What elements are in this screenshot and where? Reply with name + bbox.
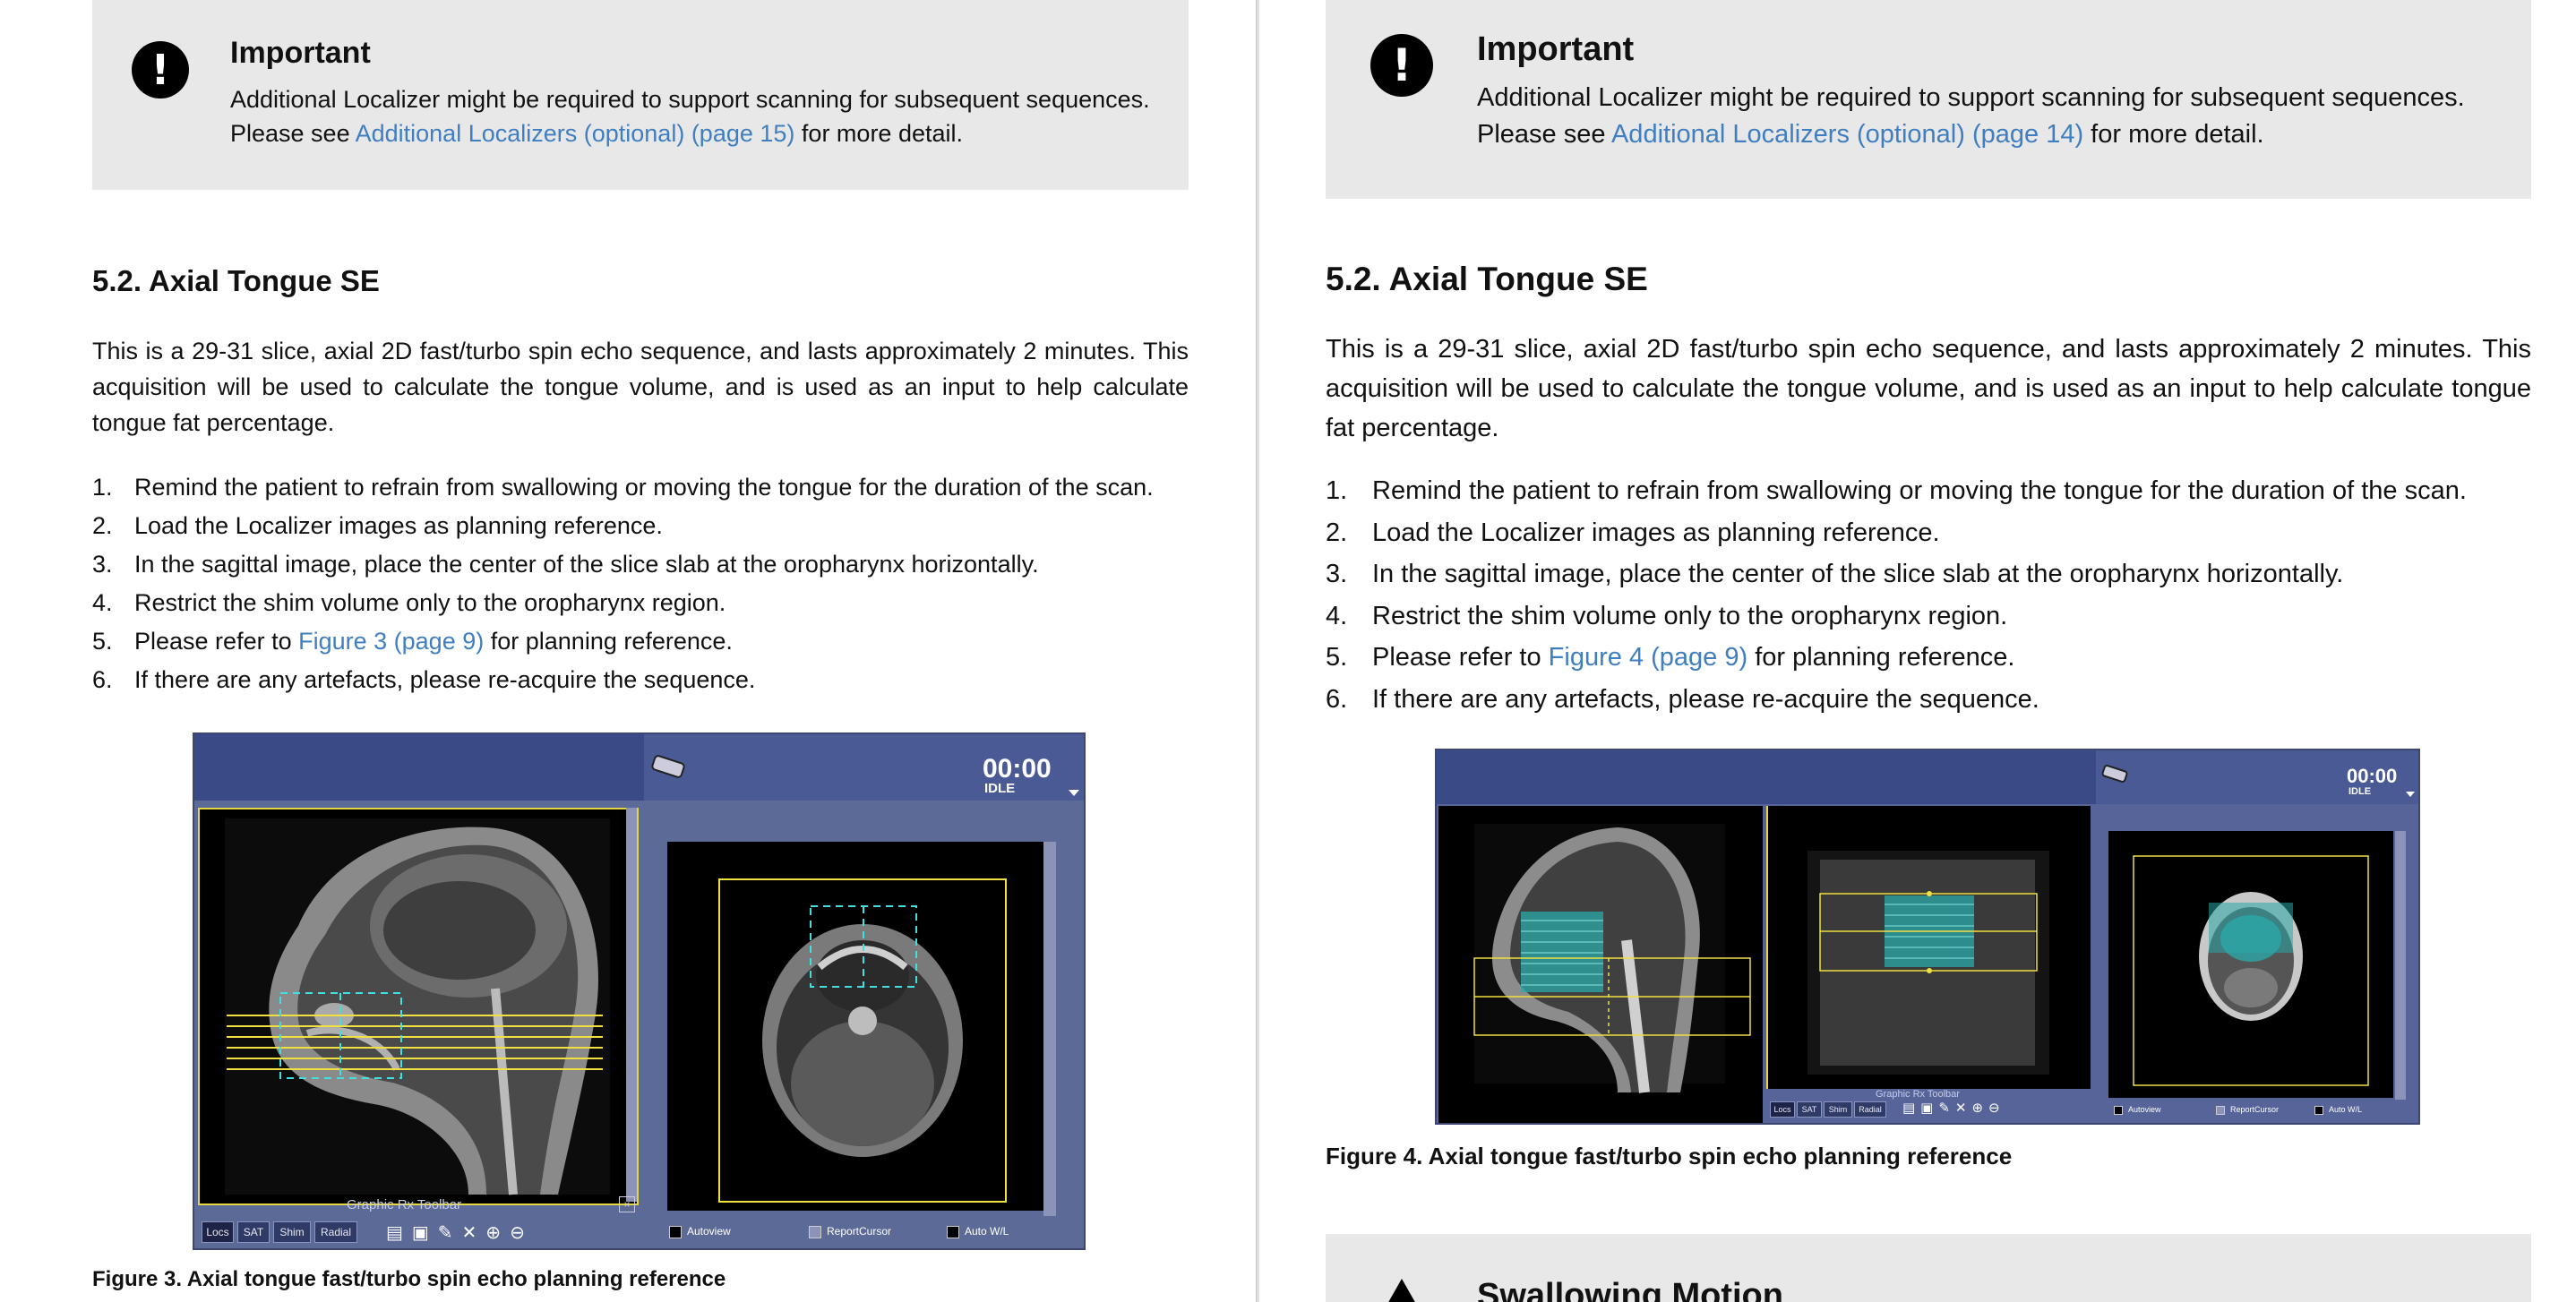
callout-title: Important [1477, 30, 1635, 68]
axial-mri-image [718, 878, 1007, 1203]
tab-radial[interactable]: Radial [314, 1221, 357, 1243]
scan-timer: 00:00 [2347, 765, 2398, 787]
coronal-mri-image [1807, 851, 2049, 1075]
warning-icon [1388, 1279, 1415, 1302]
axial-viewer[interactable] [2108, 831, 2393, 1098]
figure-3-image: 00:00 IDLE Graphic Rx Toolbar × Locs SAT… [193, 732, 1086, 1250]
section-heading: 5.2. Axial Tongue SE [92, 264, 380, 297]
tab-radial[interactable]: Radial [1854, 1101, 1886, 1118]
sagittal-mri-image [1473, 824, 1751, 1093]
callout-line-1: Additional Localizer might be required t… [230, 86, 1150, 113]
sagittal-scrollbar[interactable] [626, 808, 637, 1202]
list-item: 6. If there are any artefacts, please re-… [92, 666, 756, 693]
section-paragraph: This is a 29-31 slice, axial 2D fast/tur… [92, 338, 1189, 436]
figure-3-link[interactable]: Figure 3 (page 9) [298, 628, 484, 655]
axial-viewer[interactable] [667, 842, 1043, 1211]
axial-mri-image [2133, 855, 2369, 1086]
exclamation-icon: ! [132, 41, 189, 99]
list-item: 2. Load the Localizer images as planning … [92, 512, 663, 539]
scanner-icon [2101, 765, 2128, 783]
axial-scrollbar[interactable] [2395, 831, 2406, 1100]
callout-title: Swallowing Motion [1477, 1277, 1783, 1302]
toolbar-tool-icons[interactable]: ▤▣✎✕⊕⊖ [1902, 1100, 2005, 1116]
tab-locs[interactable]: Locs [202, 1221, 234, 1243]
status-dropdown-arrow[interactable] [1069, 790, 1079, 796]
auto-wl-checkbox[interactable]: Auto W/L [2314, 1105, 2362, 1115]
callout-line-2: Please see Additional Localizers (option… [230, 120, 963, 148]
tab-shim[interactable]: Shim [1824, 1101, 1852, 1118]
steps-list: 1. Remind the patient to refrain from swa… [1326, 470, 2571, 720]
left-document-pane[interactable]: ! Important Additional Localizer might b… [0, 0, 1256, 1302]
graphic-rx-toolbar-title: Graphic Rx Toolbar [347, 1197, 462, 1212]
callout-text: Additional Localizer might be required t… [1477, 80, 2525, 153]
tab-sat[interactable]: SAT [1797, 1101, 1822, 1118]
additional-localizers-link[interactable]: Additional Localizers (optional) (page 1… [1611, 120, 2083, 149]
swallowing-motion-callout: Swallowing Motion [1326, 1234, 2531, 1302]
axial-scrollbar[interactable] [1043, 842, 1056, 1216]
scanner-top-bar [1437, 750, 2096, 804]
coronal-viewer[interactable] [1766, 806, 2091, 1089]
list-item: 5. Please refer to Figure 4 (page 9) for … [1326, 643, 2015, 672]
figure-4-caption: Figure 4. Axial tongue fast/turbo spin e… [1326, 1143, 2013, 1169]
sagittal-viewer[interactable] [1438, 806, 1763, 1123]
toolbar-tool-icons[interactable]: ▤▣✎✕⊕⊖ [386, 1221, 534, 1243]
autoview-checkbox[interactable]: Autoview [669, 1225, 731, 1238]
toolbar-close-icon[interactable]: × [619, 1196, 635, 1212]
exclamation-icon: ! [1370, 34, 1433, 97]
list-item: 6. If there are any artefacts, please re-… [1326, 684, 2039, 714]
graphic-rx-toolbar-title: Graphic Rx Toolbar [1876, 1089, 1960, 1100]
scanner-icon [651, 755, 685, 778]
list-item: 1. Remind the patient to refrain from swa… [92, 474, 1154, 501]
important-callout: ! Important Additional Localizer might b… [1326, 0, 2531, 199]
slice-lines-overlay [227, 992, 603, 1079]
autoview-checkbox[interactable]: Autoview [2114, 1105, 2161, 1115]
status-dropdown-arrow[interactable] [2406, 792, 2415, 797]
tab-shim[interactable]: Shim [273, 1221, 311, 1243]
callout-line-2: Please see Additional Localizers (option… [1477, 120, 2264, 150]
callout-title: Important [230, 36, 371, 70]
list-item: 4. Restrict the shim volume only to the o… [92, 589, 726, 616]
tab-sat[interactable]: SAT [237, 1221, 270, 1243]
auto-wl-checkbox[interactable]: Auto W/L [947, 1225, 1009, 1238]
list-item: 3. In the sagittal image, place the cente… [1326, 560, 2344, 588]
report-cursor-checkbox[interactable]: ReportCursor [809, 1225, 891, 1238]
list-item: 2. Load the Localizer images as planning … [1326, 518, 1940, 547]
figure-4-image: 00:00 IDLE Graphic Rx Toolbar Locs SAT S… [1435, 749, 2420, 1125]
scan-status: IDLE [2348, 786, 2372, 797]
list-item: 5. Please refer to Figure 3 (page 9) for … [92, 628, 733, 655]
list-item: 1. Remind the patient to refrain from swa… [1326, 476, 2467, 505]
important-callout: ! Important Additional Localizer might b… [92, 0, 1189, 190]
sagittal-viewer[interactable] [198, 808, 639, 1205]
list-item: 3. In the sagittal image, place the cente… [92, 551, 1039, 578]
section-paragraph: This is a 29-31 slice, axial 2D fast/tur… [1326, 335, 2531, 442]
report-cursor-checkbox[interactable]: ReportCursor [2216, 1105, 2279, 1115]
additional-localizers-link[interactable]: Additional Localizers (optional) (page 1… [356, 120, 795, 147]
scan-status: IDLE [984, 781, 1016, 796]
scan-timer: 00:00 [983, 754, 1052, 784]
section-heading: 5.2. Axial Tongue SE [1326, 261, 1648, 297]
scanner-top-bar [194, 734, 644, 801]
right-document-pane[interactable]: ! Important Additional Localizer might b… [1259, 0, 2576, 1302]
tab-locs[interactable]: Locs [1770, 1101, 1795, 1118]
figure-4-link[interactable]: Figure 4 (page 9) [1549, 643, 1747, 672]
callout-text: Additional Localizer might be required t… [230, 82, 1180, 151]
steps-list: 1. Remind the patient to refrain from swa… [92, 468, 1221, 699]
figure-3-caption: Figure 3. Axial tongue fast/turbo spin e… [92, 1267, 726, 1291]
callout-line-1: Additional Localizer might be required t… [1477, 83, 2465, 112]
list-item: 4. Restrict the shim volume only to the o… [1326, 601, 2008, 630]
